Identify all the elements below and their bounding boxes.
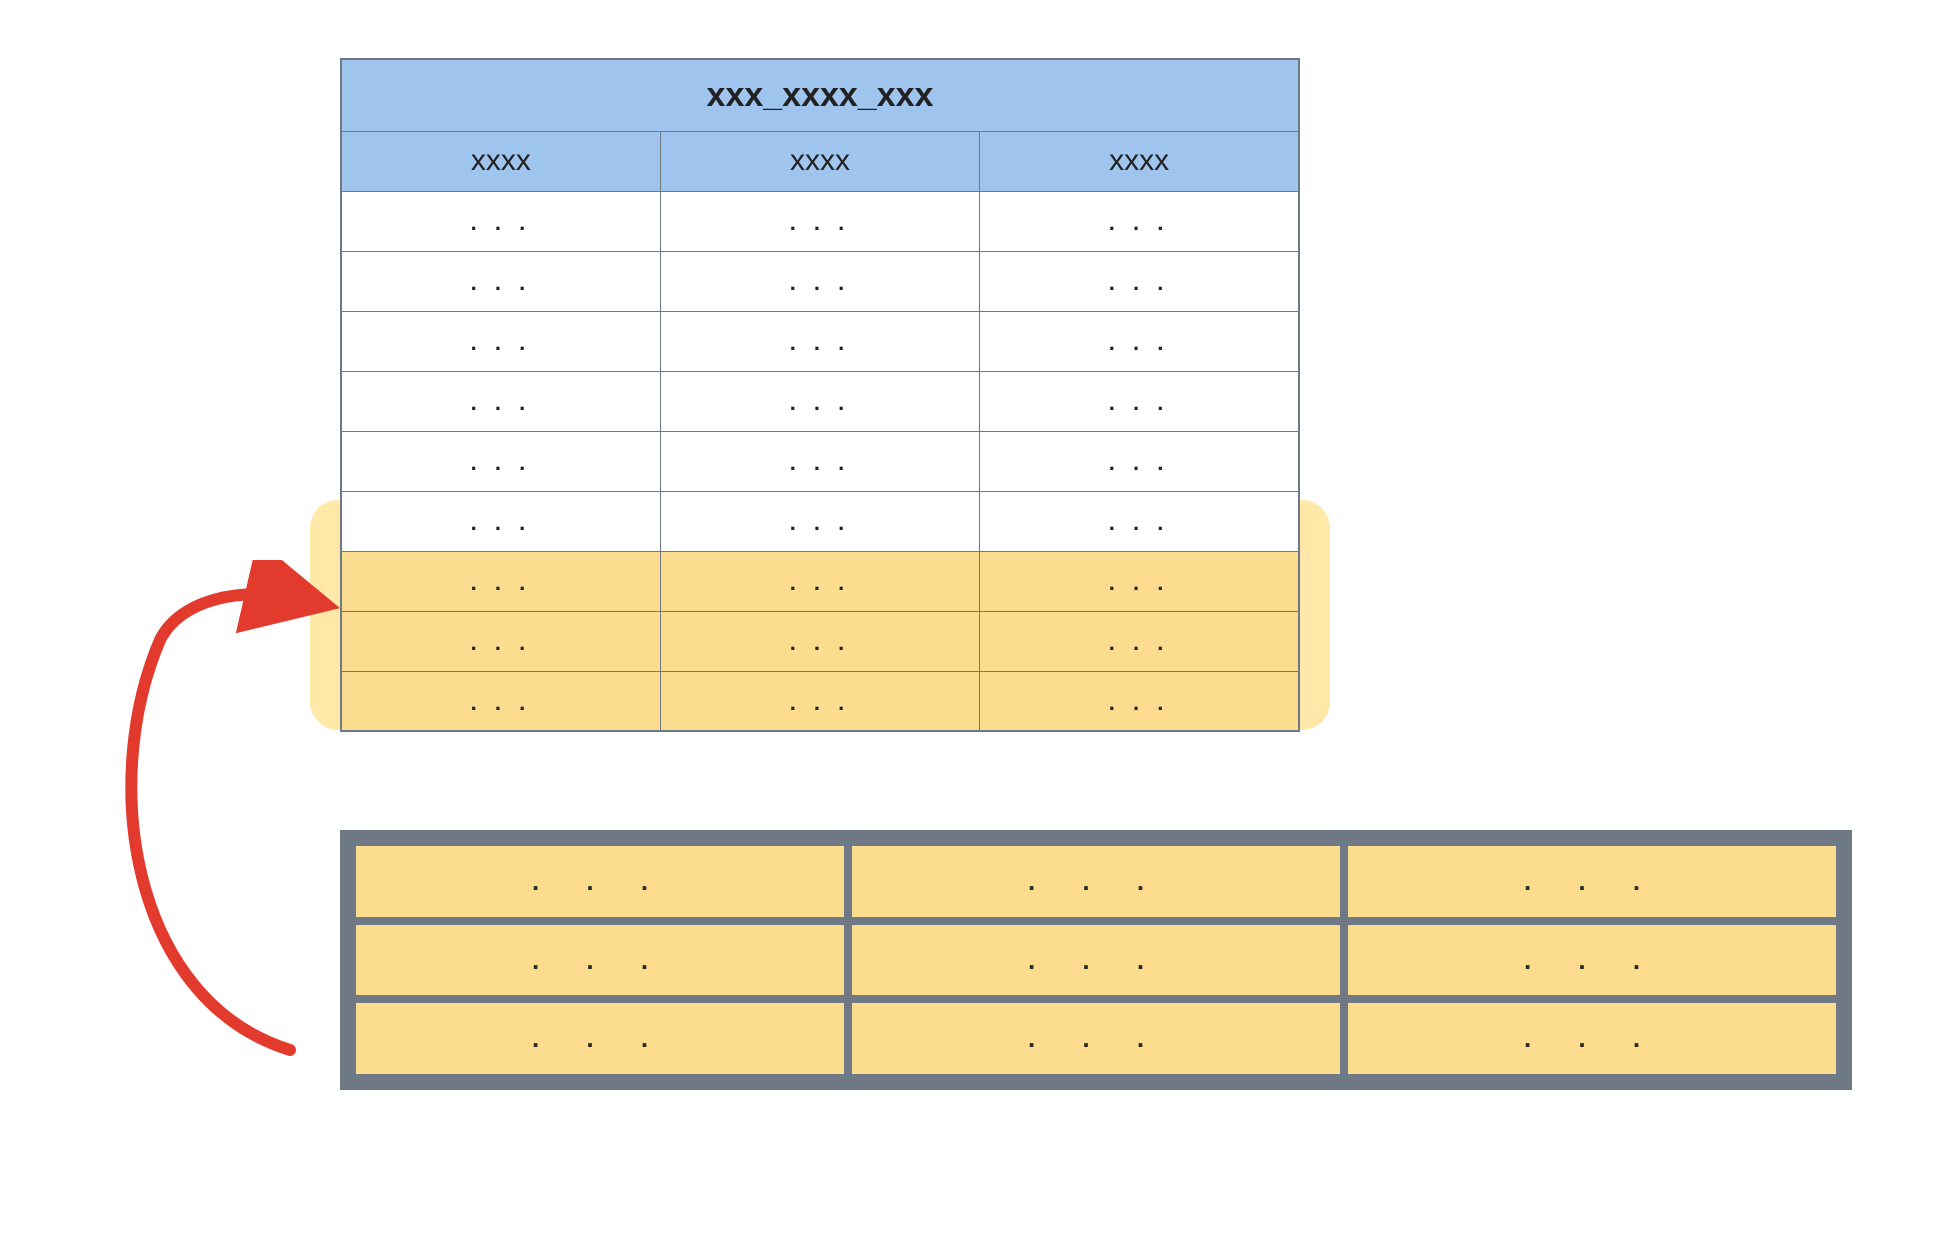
table-cell: . . . [341,671,660,731]
table-row-highlighted: . . . . . . . . . [341,671,1299,731]
table-cell: . . . [660,551,979,611]
bottom-row: . . . . . . . . . [356,846,1836,917]
column-header: xxxx [341,131,660,191]
table-cell: . . . [660,251,979,311]
table-cell: . . . [660,191,979,251]
table-row-highlighted: . . . . . . . . . [341,551,1299,611]
table-cell: . . . [660,671,979,731]
table-cell: . . . [660,311,979,371]
bottom-cell: . . . [356,846,844,917]
table-cell: . . . [660,611,979,671]
bottom-cell: . . . [1348,846,1836,917]
table-cell: . . . [660,431,979,491]
bottom-cell: . . . [852,925,1340,996]
table-cell: . . . [341,251,660,311]
column-header: xxxx [980,131,1299,191]
table-cell: . . . [341,611,660,671]
top-table: xxx_xxxx_xxx xxxx xxxx xxxx . . . . . . … [340,58,1300,732]
table-cell: . . . [341,491,660,551]
table-row: . . . . . . . . . [341,311,1299,371]
table-cell: . . . [980,371,1299,431]
bottom-cell: . . . [852,1003,1340,1074]
bottom-cell: . . . [1348,1003,1836,1074]
table-header-row: xxxx xxxx xxxx [341,131,1299,191]
table-row: . . . . . . . . . [341,251,1299,311]
column-header: xxxx [660,131,979,191]
table-body: . . . . . . . . . . . . . . . . . . . . … [341,191,1299,731]
table-cell: . . . [660,371,979,431]
table-cell: . . . [980,671,1299,731]
bottom-cell: . . . [356,925,844,996]
table-cell: . . . [980,551,1299,611]
table-cell: . . . [341,431,660,491]
table-cell: . . . [341,551,660,611]
table-row-highlighted: . . . . . . . . . [341,611,1299,671]
diagram-canvas: xxx_xxxx_xxx xxxx xxxx xxxx . . . . . . … [0,0,1944,1249]
bottom-row: . . . . . . . . . [356,925,1836,996]
bottom-cell: . . . [356,1003,844,1074]
table-title: xxx_xxxx_xxx [341,59,1299,131]
table-row: . . . . . . . . . [341,371,1299,431]
bottom-cell: . . . [852,846,1340,917]
bottom-block: . . . . . . . . . . . . . . . . . . . . … [340,830,1852,1090]
table-cell: . . . [660,491,979,551]
table-row: . . . . . . . . . [341,191,1299,251]
table-title-row: xxx_xxxx_xxx [341,59,1299,131]
table-cell: . . . [980,431,1299,491]
table-cell: . . . [980,251,1299,311]
table-cell: . . . [341,311,660,371]
table-cell: . . . [341,371,660,431]
bottom-cell: . . . [1348,925,1836,996]
table-row: . . . . . . . . . [341,431,1299,491]
table-cell: . . . [980,611,1299,671]
table-row: . . . . . . . . . [341,491,1299,551]
table-cell: . . . [980,191,1299,251]
table-cell: . . . [980,311,1299,371]
table-cell: . . . [341,191,660,251]
bottom-row: . . . . . . . . . [356,1003,1836,1074]
table-cell: . . . [980,491,1299,551]
